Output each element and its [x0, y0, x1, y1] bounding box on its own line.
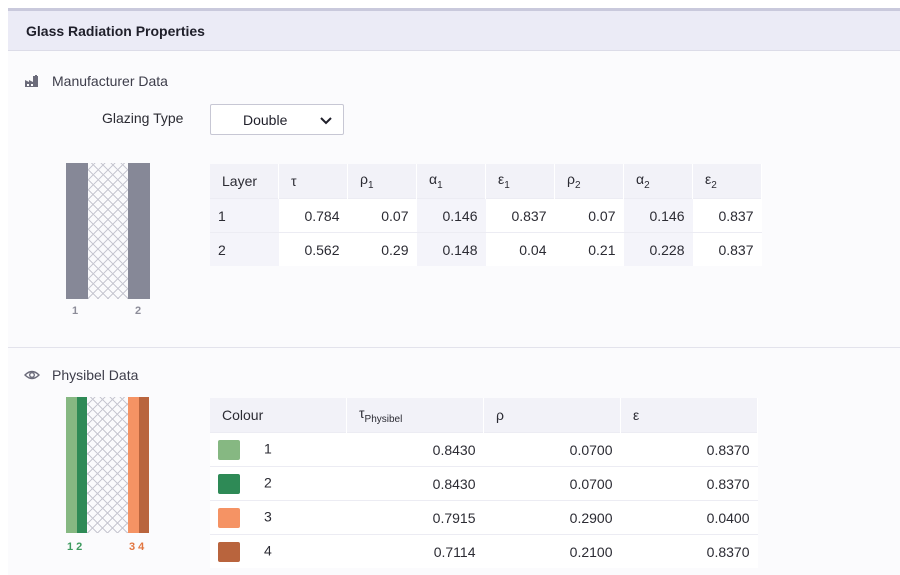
manufacturer-heading: Manufacturer Data [24, 73, 168, 89]
cell-tau: 0.562 [278, 232, 348, 266]
cell-eps: 0.8370 [620, 432, 758, 467]
pane-label-2: 2 [135, 305, 142, 317]
cell-rho1: 0.07 [347, 198, 417, 233]
cell-eps: 0.0400 [620, 500, 758, 535]
cell-colour: 4 [210, 534, 347, 568]
factory-icon [24, 73, 40, 89]
table-row: 3 0.7915 0.2900 0.0400 [210, 500, 758, 535]
col-alpha1: α1 [416, 164, 486, 199]
cell-colour: 3 [210, 500, 347, 535]
cell-rho: 0.0700 [483, 432, 621, 467]
chevron-down-icon [319, 113, 333, 127]
physibel-header-row: Colour τPhysibel ρ ε [210, 398, 758, 433]
manufacturer-glazing-diagram [66, 163, 152, 299]
eye-icon [24, 367, 40, 383]
colour-swatch [218, 507, 240, 528]
glazing-type-value: Double [243, 112, 288, 128]
glazing-type-label: Glazing Type [102, 110, 184, 126]
col-rho2: ρ2 [554, 164, 624, 199]
panel-header: Glass Radiation Properties [8, 11, 900, 51]
table-row: 4 0.7114 0.2100 0.8370 [210, 534, 758, 568]
physibel-heading-label: Physibel Data [52, 367, 139, 383]
glazing-type-select[interactable]: Double [210, 104, 344, 135]
col-tau: τ [278, 164, 348, 199]
pane-label-1: 1 [72, 305, 79, 317]
table-row: 2 0.562 0.29 0.148 0.04 0.21 0.228 0.837 [210, 232, 762, 266]
layer-3-bar [128, 397, 139, 533]
top-strip [0, 0, 900, 8]
gap-fill [88, 163, 128, 299]
cell-alpha1: 0.146 [416, 198, 486, 233]
col-eps: ε [620, 398, 758, 433]
col-eps2: ε2 [692, 164, 762, 199]
panel-title: Glass Radiation Properties [26, 23, 205, 39]
cell-eps2: 0.837 [692, 232, 762, 266]
pane-label-left: 1 2 [67, 541, 83, 553]
cell-rho: 0.2900 [483, 500, 621, 535]
cell-alpha2: 0.228 [623, 232, 693, 266]
col-eps1: ε1 [485, 164, 555, 199]
cell-eps: 0.8370 [620, 466, 758, 501]
gap-fill [87, 397, 128, 533]
glass-radiation-panel: Glass Radiation Properties Manufacturer … [8, 8, 900, 575]
pane-2 [128, 163, 150, 299]
manufacturer-heading-label: Manufacturer Data [52, 73, 168, 89]
cell-tau: 0.7915 [346, 500, 484, 535]
cell-colour: 2 [210, 466, 347, 501]
cell-rho: 0.2100 [483, 534, 621, 568]
col-alpha2: α2 [623, 164, 693, 199]
cell-eps1: 0.837 [485, 198, 555, 233]
cell-colour: 1 [210, 432, 347, 467]
cell-rho2: 0.07 [554, 198, 624, 233]
physibel-table: Colour τPhysibel ρ ε 1 0.8430 0.0700 0.8… [210, 398, 758, 568]
cell-tau: 0.784 [278, 198, 348, 233]
col-layer: Layer [210, 164, 279, 199]
cell-tau: 0.7114 [346, 534, 484, 568]
physibel-glazing-diagram [66, 397, 150, 533]
manufacturer-table: Layer τ ρ1 α1 ε1 ρ2 α2 ε2 1 0.784 0.07 0… [210, 164, 762, 266]
cell-alpha1: 0.148 [416, 232, 486, 266]
pane-label-right: 3 4 [129, 541, 145, 553]
col-tau-physibel: τPhysibel [346, 398, 484, 433]
col-rho1: ρ1 [347, 164, 417, 199]
cell-rho: 0.0700 [483, 466, 621, 501]
colour-swatch [218, 439, 240, 460]
table-row: 2 0.8430 0.0700 0.8370 [210, 466, 758, 501]
cell-rho1: 0.29 [347, 232, 417, 266]
cell-alpha2: 0.146 [623, 198, 693, 233]
layer-2-bar [77, 397, 87, 533]
layer-1-bar [66, 397, 77, 533]
cell-eps: 0.8370 [620, 534, 758, 568]
cell-rho2: 0.21 [554, 232, 624, 266]
col-rho: ρ [483, 398, 621, 433]
manufacturer-header-row: Layer τ ρ1 α1 ε1 ρ2 α2 ε2 [210, 164, 762, 199]
layer-4-bar [139, 397, 149, 533]
col-colour: Colour [210, 398, 347, 433]
cell-tau: 0.8430 [346, 466, 484, 501]
section-divider [8, 347, 900, 348]
table-row: 1 0.784 0.07 0.146 0.837 0.07 0.146 0.83… [210, 198, 762, 233]
cell-layer: 1 [210, 198, 279, 233]
cell-layer: 2 [210, 232, 279, 266]
colour-swatch [218, 541, 240, 562]
table-row: 1 0.8430 0.0700 0.8370 [210, 432, 758, 467]
cell-eps2: 0.837 [692, 198, 762, 233]
colour-swatch [218, 473, 240, 494]
pane-1 [66, 163, 88, 299]
physibel-heading: Physibel Data [24, 367, 138, 383]
cell-tau: 0.8430 [346, 432, 484, 467]
cell-eps1: 0.04 [485, 232, 555, 266]
